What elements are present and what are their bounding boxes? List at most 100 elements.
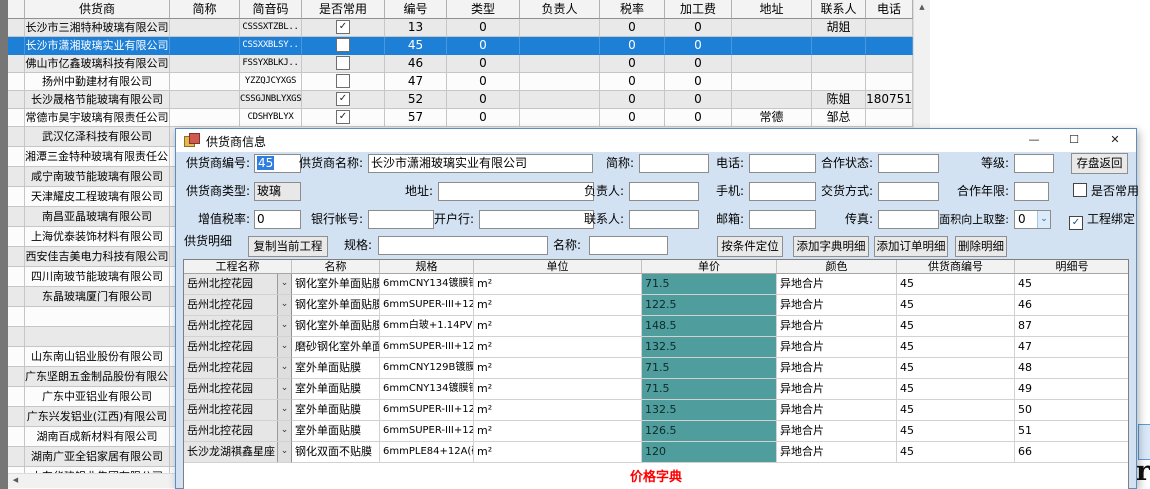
grid-cell-supplier[interactable]: 东晶玻璃厦门有限公司 bbox=[25, 287, 170, 307]
supplier-table-row[interactable]: 扬州中勤建材有限公司YZZQJCYXGS47000 bbox=[8, 73, 913, 91]
grid-cell-contact[interactable] bbox=[812, 73, 866, 91]
grid-cell-tax-rate[interactable]: 0 bbox=[600, 55, 665, 73]
detail-table-row[interactable]: 岳州北控花园⌄室外单面贴膜6mmCNY129B镀膜钢化m²71.5异地合片454… bbox=[184, 358, 1128, 379]
detail-no-cell[interactable]: 87 bbox=[1015, 316, 1129, 337]
name-cell[interactable]: 室外单面贴膜 bbox=[292, 379, 380, 400]
unit-cell[interactable]: m² bbox=[474, 400, 642, 421]
spec-cell[interactable]: 6mmSUPER-III+12A(硅... bbox=[380, 337, 474, 358]
name-cell[interactable]: 钢化室外单面贴膜 bbox=[292, 316, 380, 337]
grid-cell-manager[interactable] bbox=[520, 73, 600, 91]
row-header-cell[interactable] bbox=[8, 287, 25, 307]
supplier-type-field[interactable]: 玻璃 bbox=[254, 182, 301, 201]
col-header-contact[interactable]: 联系人 bbox=[812, 0, 866, 19]
locate-by-condition-button[interactable]: 按条件定位 bbox=[717, 236, 783, 257]
col-header-phone[interactable]: 电话 bbox=[866, 0, 913, 19]
grid-cell-short-name[interactable] bbox=[170, 91, 240, 109]
grid-cell-supplier[interactable]: 咸宁南玻节能玻璃有限公司 bbox=[25, 167, 170, 187]
grid-cell-code[interactable]: CSSGJNBLYXGS bbox=[240, 91, 302, 109]
scroll-left-icon[interactable]: ◀ bbox=[8, 474, 23, 488]
price-cell[interactable]: 132.5 bbox=[642, 400, 777, 421]
grid-cell-code[interactable]: FSSYXBLKJ.. bbox=[240, 55, 302, 73]
row-header-cell[interactable] bbox=[8, 19, 25, 37]
grid-cell-supplier[interactable] bbox=[25, 307, 170, 327]
detail-col-header[interactable]: 工程名称 bbox=[184, 260, 292, 274]
project-combo-cell[interactable]: 岳州北控花园⌄ bbox=[184, 379, 292, 400]
grid-cell-supplier[interactable] bbox=[25, 327, 170, 347]
grid-cell-process-fee[interactable]: 0 bbox=[665, 19, 732, 37]
price-cell[interactable]: 71.5 bbox=[642, 274, 777, 295]
supplier-name-field[interactable]: 长沙市潇湘玻璃实业有限公司 bbox=[368, 154, 593, 173]
grid-cell-is-common[interactable] bbox=[302, 55, 385, 73]
price-cell[interactable]: 120 bbox=[642, 442, 777, 463]
grid-cell-phone[interactable]: 180751 bbox=[866, 91, 913, 109]
grid-cell-number[interactable]: 47 bbox=[385, 73, 447, 91]
detail-col-header[interactable]: 颜色 bbox=[777, 260, 897, 274]
detail-col-header[interactable]: 规格 bbox=[380, 260, 474, 274]
grid-cell-type[interactable]: 0 bbox=[447, 91, 520, 109]
scroll-up-icon[interactable]: ▲ bbox=[914, 0, 930, 16]
unit-cell[interactable]: m² bbox=[474, 442, 642, 463]
grid-cell-supplier[interactable]: 长沙晟格节能玻璃有限公司 bbox=[25, 91, 170, 109]
spec-filter-field[interactable] bbox=[378, 236, 548, 255]
grid-cell-address[interactable] bbox=[732, 55, 812, 73]
row-header-cell[interactable] bbox=[8, 427, 25, 447]
chevron-down-icon[interactable]: ⌄ bbox=[277, 400, 291, 420]
grid-cell-phone[interactable] bbox=[866, 19, 913, 37]
unit-cell[interactable]: m² bbox=[474, 337, 642, 358]
checkbox-icon[interactable] bbox=[336, 56, 350, 70]
checkbox-checked-icon[interactable] bbox=[336, 110, 350, 124]
row-header-cell[interactable] bbox=[8, 327, 25, 347]
chevron-down-icon[interactable]: ⌄ bbox=[277, 442, 291, 462]
unit-cell[interactable]: m² bbox=[474, 295, 642, 316]
grid-cell-supplier[interactable]: 扬州中勤建材有限公司 bbox=[25, 73, 170, 91]
grid-cell-tax-rate[interactable]: 0 bbox=[600, 37, 665, 55]
chevron-down-icon[interactable]: ⌄ bbox=[277, 274, 291, 294]
chevron-down-icon[interactable]: ⌄ bbox=[277, 316, 291, 336]
detail-no-cell[interactable]: 48 bbox=[1015, 358, 1129, 379]
name-cell[interactable]: 钢化室外单面贴膜 bbox=[292, 274, 380, 295]
col-header-code[interactable]: 简音码 bbox=[240, 0, 302, 19]
row-header-cell[interactable] bbox=[8, 167, 25, 187]
supplier-no-cell[interactable]: 45 bbox=[897, 274, 1015, 295]
supplier-no-cell[interactable]: 45 bbox=[897, 295, 1015, 316]
checkbox-checked-icon[interactable] bbox=[1069, 216, 1083, 230]
grid-cell-process-fee[interactable]: 0 bbox=[665, 73, 732, 91]
name-cell[interactable]: 室外单面贴膜 bbox=[292, 421, 380, 442]
price-cell[interactable]: 71.5 bbox=[642, 379, 777, 400]
row-header-cell[interactable] bbox=[8, 447, 25, 467]
dialog-titlebar[interactable]: 供货商信息 — ☐ ✕ bbox=[176, 129, 1136, 152]
col-header-supplier[interactable]: 供货商 bbox=[25, 0, 170, 19]
grid-cell-supplier[interactable]: 长沙市潇湘玻璃实业有限公司 bbox=[25, 37, 170, 55]
grid-cell-manager[interactable] bbox=[520, 55, 600, 73]
price-cell[interactable]: 132.5 bbox=[642, 337, 777, 358]
grid-cell-supplier[interactable]: 常德市昊宇玻璃有限责任公司 bbox=[25, 109, 170, 127]
grid-cell-address[interactable] bbox=[732, 91, 812, 109]
chevron-down-icon[interactable]: ⌄ bbox=[277, 337, 291, 357]
color-cell[interactable]: 异地合片 bbox=[777, 400, 897, 421]
name-cell[interactable]: 室外单面贴膜 bbox=[292, 400, 380, 421]
project-combo-cell[interactable]: 岳州北控花园⌄ bbox=[184, 316, 292, 337]
detail-table-row[interactable]: 岳州北控花园⌄钢化室外单面贴膜6mmSUPER-III+12A(硅...m²12… bbox=[184, 295, 1128, 316]
grid-cell-contact[interactable]: 胡姐 bbox=[812, 19, 866, 37]
grid-cell-tax-rate[interactable]: 0 bbox=[600, 19, 665, 37]
detail-no-cell[interactable]: 50 bbox=[1015, 400, 1129, 421]
price-cell[interactable]: 122.5 bbox=[642, 295, 777, 316]
color-cell[interactable]: 异地合片 bbox=[777, 358, 897, 379]
grid-cell-address[interactable] bbox=[732, 73, 812, 91]
grid-cell-phone[interactable] bbox=[866, 37, 913, 55]
row-header-cell[interactable] bbox=[8, 147, 25, 167]
chevron-down-icon[interactable]: ⌄ bbox=[277, 358, 291, 378]
grid-cell-tax-rate[interactable]: 0 bbox=[600, 91, 665, 109]
detail-no-cell[interactable]: 45 bbox=[1015, 274, 1129, 295]
grid-cell-supplier[interactable]: 湖南广亚全铝家居有限公司 bbox=[25, 447, 170, 467]
copy-current-project-button[interactable]: 复制当前工程 bbox=[248, 236, 328, 257]
price-cell[interactable]: 126.5 bbox=[642, 421, 777, 442]
grid-cell-process-fee[interactable]: 0 bbox=[665, 91, 732, 109]
grid-cell-contact[interactable]: 邹总 bbox=[812, 109, 866, 127]
spec-cell[interactable]: 6mmCNY134镀膜钢化 bbox=[380, 379, 474, 400]
row-header-cell[interactable] bbox=[8, 247, 25, 267]
grid-cell-type[interactable]: 0 bbox=[447, 55, 520, 73]
grid-cell-is-common[interactable] bbox=[302, 19, 385, 37]
spec-cell[interactable]: 6mmCNY134镀膜钢化 bbox=[380, 274, 474, 295]
grid-cell-contact[interactable]: 陈姐 bbox=[812, 91, 866, 109]
